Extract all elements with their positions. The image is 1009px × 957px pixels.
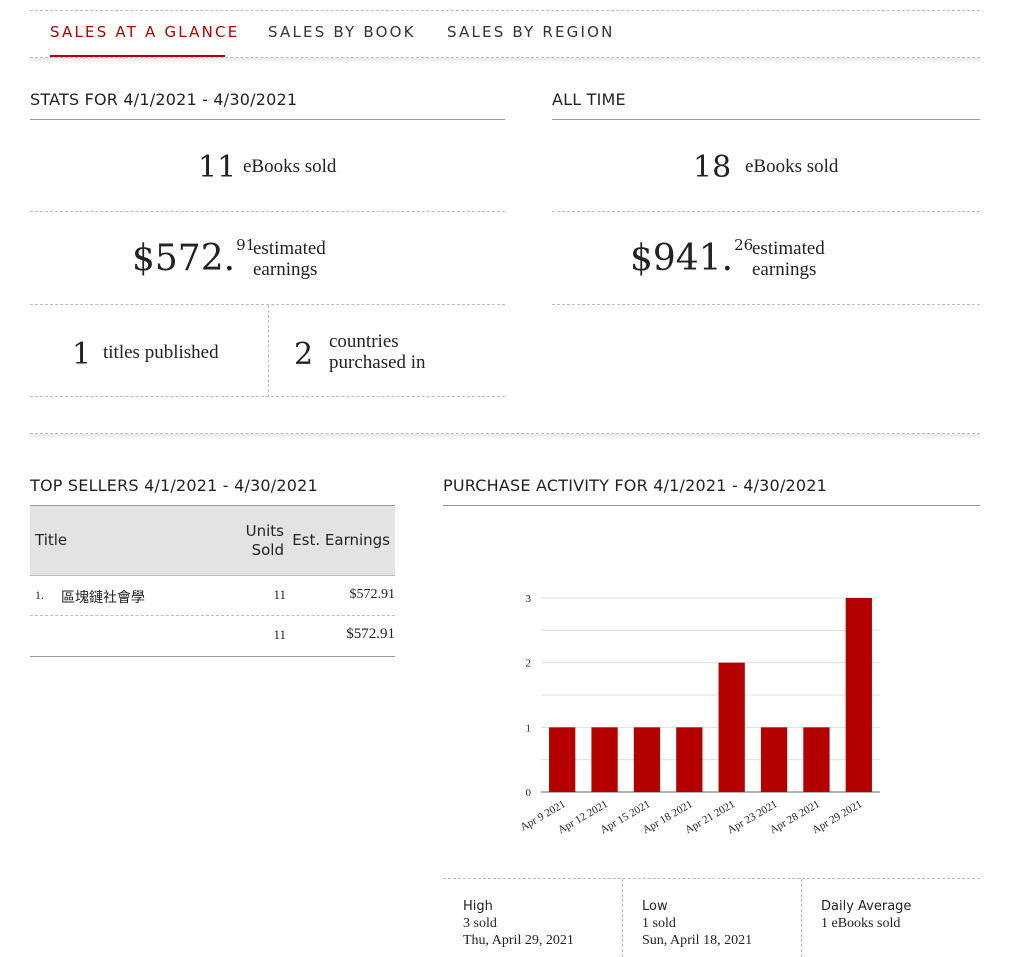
y-tick-label: 2: [526, 658, 532, 670]
total-units: 11: [273, 627, 286, 642]
y-tick-label: 0: [526, 787, 532, 799]
divider: [552, 211, 980, 212]
daily-average-details: 1 eBooks sold: [821, 915, 900, 932]
chart-bar: [633, 727, 661, 792]
high-date: Thu, April 29, 2021: [463, 933, 574, 948]
tab-sales-by-book[interactable]: SALES BY BOOK: [268, 23, 416, 41]
table-bottom-rule: [30, 656, 395, 657]
units-header-line2: Sold: [251, 541, 284, 559]
period-ebooks-sold-value: 11: [198, 150, 237, 185]
divider-vertical: [801, 879, 802, 957]
daily-average-title: Daily Average: [821, 899, 912, 914]
countries-label: countries purchased in: [329, 331, 426, 373]
chart-bar: [591, 727, 618, 792]
purchase-activity-title: PURCHASE ACTIVITY FOR 4/1/2021 - 4/30/20…: [443, 476, 828, 495]
all-time-earnings-label-line2: earnings: [752, 259, 817, 280]
top-divider: [30, 10, 980, 11]
daily-average-value: 1 eBooks sold: [821, 916, 901, 931]
column-header-est-earnings[interactable]: Est. Earnings: [292, 531, 390, 549]
chart-bar: [803, 727, 830, 792]
period-stats-title: STATS FOR 4/1/2021 - 4/30/2021: [30, 90, 298, 109]
row-title[interactable]: 區塊鏈社會學: [61, 587, 145, 607]
section-shadow: [30, 434, 980, 440]
divider-vertical: [268, 305, 269, 397]
row-divider: [30, 615, 395, 616]
chart-footer-divider: [443, 878, 980, 879]
period-earnings-label-line2: earnings: [253, 259, 318, 280]
divider: [30, 396, 505, 397]
high-count: 3 sold: [463, 916, 497, 931]
divider: [552, 304, 980, 305]
low-details: 1 sold Sun, April 18, 2021: [642, 915, 752, 949]
chart-bar: [718, 662, 745, 792]
all-time-rule: [552, 119, 980, 120]
all-time-earnings-value: $941.26: [630, 236, 754, 279]
top-sellers-table-header: Title Units Sold Est. Earnings: [30, 505, 395, 576]
chart-bar: [549, 727, 576, 792]
row-earnings: $572.91: [349, 587, 396, 602]
y-tick-label: 3: [526, 593, 532, 605]
tabs-shadow: [30, 58, 980, 64]
low-count: 1 sold: [642, 916, 676, 931]
divider: [30, 211, 505, 212]
chart-bar: [676, 727, 703, 792]
chart-bar: [760, 727, 788, 792]
period-earnings-dollars: $572.: [132, 238, 236, 279]
countries-label-line1: countries: [329, 331, 399, 352]
all-time-earnings-label-line1: estimated: [752, 238, 825, 259]
low-title: Low: [642, 899, 668, 914]
total-earnings: $572.91: [346, 626, 395, 642]
period-earnings-value: $572.91: [132, 236, 255, 279]
high-title: High: [463, 899, 493, 914]
all-time-earnings-cents: 26: [734, 236, 754, 254]
purchase-activity-chart: 0123Apr 9 2021Apr 12 2021Apr 15 2021Apr …: [518, 593, 880, 836]
all-time-title: ALL TIME: [552, 90, 626, 109]
column-header-units-sold[interactable]: Units Sold: [246, 522, 284, 560]
units-header-line1: Units: [245, 522, 284, 540]
column-header-title[interactable]: Title: [35, 531, 67, 549]
period-earnings-label-line1: estimated: [253, 238, 326, 259]
titles-published-value: 1: [72, 337, 92, 372]
all-time-ebooks-sold-label: eBooks sold: [745, 156, 839, 177]
all-time-ebooks-sold-value: 18: [693, 150, 732, 185]
tab-sales-at-a-glance[interactable]: SALES AT A GLANCE: [50, 23, 239, 41]
countries-value: 2: [294, 337, 314, 372]
y-tick-label: 1: [526, 722, 532, 734]
period-ebooks-sold-label: eBooks sold: [243, 156, 337, 177]
period-earnings-label: estimated earnings: [253, 238, 326, 280]
period-stats-rule: [30, 119, 505, 120]
titles-published-label: titles published: [103, 342, 219, 363]
top-sellers-title: TOP SELLERS 4/1/2021 - 4/30/2021: [30, 476, 318, 495]
tab-sales-by-region[interactable]: SALES BY REGION: [447, 23, 615, 41]
low-date: Sun, April 18, 2021: [642, 933, 753, 948]
countries-label-line2: purchased in: [329, 352, 426, 373]
row-units: 11: [273, 587, 286, 602]
divider-vertical: [622, 879, 623, 957]
high-details: 3 sold Thu, April 29, 2021: [463, 915, 574, 949]
chart-bar: [845, 598, 872, 792]
row-rank: 1.: [35, 588, 44, 602]
all-time-earnings-label: estimated earnings: [752, 238, 825, 280]
all-time-earnings-dollars: $941.: [630, 238, 734, 279]
